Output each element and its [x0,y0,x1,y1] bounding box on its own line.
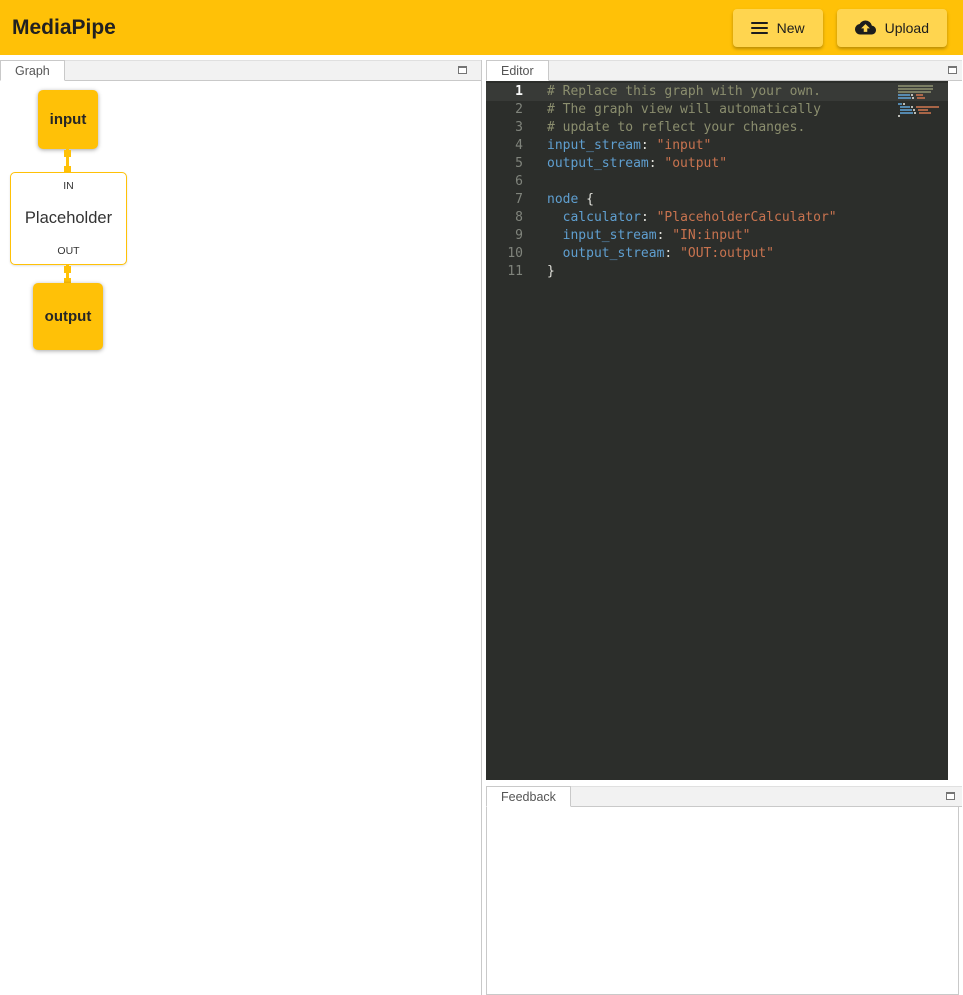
feedback-popout-icon[interactable] [946,792,955,800]
editor-popout-icon[interactable] [948,66,957,74]
editor-body: 1234567891011 # Replace this graph with … [486,81,962,780]
code-line [547,173,948,191]
graph-node-input[interactable]: input [38,90,98,149]
line-number: 3 [486,119,523,137]
line-number: 4 [486,137,523,155]
graph-tabbar: Graph [0,60,481,81]
graph-popout-icon[interactable] [458,66,467,74]
feedback-content [486,807,959,995]
graph-node-output[interactable]: output [33,283,103,350]
upload-button[interactable]: Upload [837,9,947,47]
cloud-upload-icon [855,17,876,38]
upload-button-label: Upload [885,20,929,36]
graph-canvas[interactable]: input IN Placeholder OUT output [0,81,481,995]
line-number: 10 [486,245,523,263]
new-button[interactable]: New [733,9,823,47]
tab-editor[interactable]: Editor [486,60,549,81]
code-line: output_stream: "output" [547,155,948,173]
feedback-tabbar: Feedback [486,786,962,807]
output-node-label: output [45,308,92,325]
graph-node-placeholder[interactable]: IN Placeholder OUT [10,172,127,265]
in-port-label: IN [63,180,74,192]
line-number: 1 [486,83,523,101]
code-editor[interactable]: 1234567891011 # Replace this graph with … [486,81,948,780]
code-line: output_stream: "OUT:output" [547,245,948,263]
code-line: node { [547,191,948,209]
new-button-label: New [777,20,805,36]
input-node-label: input [50,111,87,128]
line-number: 2 [486,101,523,119]
code-line: input_stream: "input" [547,137,948,155]
editor-gutter: 1234567891011 [486,83,523,780]
line-number: 5 [486,155,523,173]
app-header: MediaPipe New Upload [0,0,963,55]
feedback-panel: Feedback [486,786,962,995]
placeholder-node-label: Placeholder [25,209,112,228]
editor-tabbar: Editor [486,60,962,81]
line-number: 9 [486,227,523,245]
tab-feedback[interactable]: Feedback [486,786,571,807]
editor-panel: Editor 1234567891011 # Replace this grap… [486,60,962,780]
line-number: 8 [486,209,523,227]
app-title: MediaPipe [10,16,116,40]
line-number: 7 [486,191,523,209]
code-line: input_stream: "IN:input" [547,227,948,245]
right-column: Editor 1234567891011 # Replace this grap… [486,60,962,995]
line-number: 11 [486,263,523,281]
graph-panel: Graph input IN Placeholder OUT output [0,60,482,995]
code-line: calculator: "PlaceholderCalculator" [547,209,948,227]
minimap [898,85,940,118]
code-line: # Replace this graph with your own. [547,83,948,101]
line-number: 6 [486,173,523,191]
main-area: Graph input IN Placeholder OUT output [0,55,963,995]
menu-lines-icon [751,22,768,34]
code-line: } [547,263,948,281]
header-buttons: New Upload [733,9,953,47]
out-port-label: OUT [57,245,79,257]
tab-graph[interactable]: Graph [0,60,65,81]
code-lines: # Replace this graph with your own.# The… [523,83,948,780]
code-line: # The graph view will automatically [547,101,948,119]
code-line: # update to reflect your changes. [547,119,948,137]
